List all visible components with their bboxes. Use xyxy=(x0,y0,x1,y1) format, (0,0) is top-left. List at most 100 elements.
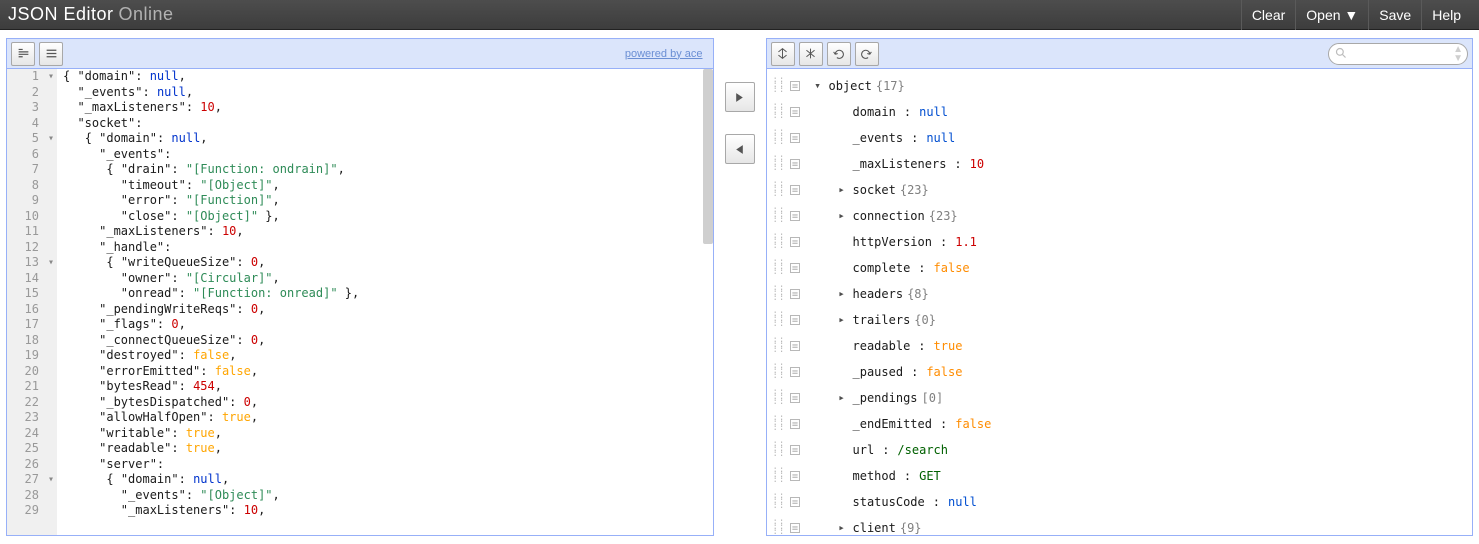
expander-icon[interactable]: ▸ xyxy=(835,521,849,535)
expander-icon[interactable]: ▸ xyxy=(835,391,849,405)
tree-key[interactable]: url xyxy=(853,443,875,457)
tree-row[interactable]: ::::::readable:true xyxy=(767,333,1473,359)
code-scrollbar-thumb[interactable] xyxy=(703,69,713,244)
tree-value[interactable]: false xyxy=(926,365,962,379)
expander-icon[interactable]: ▸ xyxy=(835,313,849,327)
expander-icon[interactable]: ▸ xyxy=(835,209,849,223)
context-menu-button[interactable] xyxy=(787,78,803,94)
drag-handle-icon[interactable]: :::::: xyxy=(773,338,783,354)
drag-handle-icon[interactable]: :::::: xyxy=(773,520,783,535)
tree-key[interactable]: _endEmitted xyxy=(853,417,932,431)
tree-row[interactable]: ::::::▸_pendings [0] xyxy=(767,385,1473,411)
context-menu-button[interactable] xyxy=(787,338,803,354)
tree-key[interactable]: object xyxy=(829,79,872,93)
context-menu-button[interactable] xyxy=(787,286,803,302)
tree-value[interactable]: null xyxy=(948,495,977,509)
code-line[interactable]: { "domain": null, xyxy=(63,131,713,147)
context-menu-button[interactable] xyxy=(787,312,803,328)
code-line[interactable]: "_flags": 0, xyxy=(63,317,713,333)
tree-value[interactable]: false xyxy=(955,417,991,431)
tree-value[interactable]: /search xyxy=(897,443,948,457)
tree-row[interactable]: ::::::httpVersion:1.1 xyxy=(767,229,1473,255)
tree-row[interactable]: ::::::statusCode:null xyxy=(767,489,1473,515)
code-lines[interactable]: { "domain": null, "_events": null, "_max… xyxy=(57,69,713,535)
drag-handle-icon[interactable]: :::::: xyxy=(773,234,783,250)
code-line[interactable]: "timeout": "[Object]", xyxy=(63,178,713,194)
fold-marker[interactable]: ▾ xyxy=(45,131,57,147)
tree-row[interactable]: ::::::_maxListeners:10 xyxy=(767,151,1473,177)
tree-value[interactable]: null xyxy=(926,131,955,145)
tree-row[interactable]: ::::::domain:null xyxy=(767,99,1473,125)
tree-row[interactable]: ::::::▸client {9} xyxy=(767,515,1473,535)
tree-value[interactable]: 1.1 xyxy=(955,235,977,249)
code-line[interactable]: "_events": null, xyxy=(63,85,713,101)
fold-marker[interactable]: ▾ xyxy=(45,472,57,488)
menu-clear[interactable]: Clear xyxy=(1241,0,1295,30)
code-line[interactable]: "_maxListeners": 10, xyxy=(63,503,713,519)
tree-row[interactable]: ::::::▸trailers {0} xyxy=(767,307,1473,333)
menu-open[interactable]: Open ▼ xyxy=(1295,0,1368,30)
code-line[interactable]: "socket": xyxy=(63,116,713,132)
tree-row[interactable]: ::::::▾object {17} xyxy=(767,73,1473,99)
fold-marker[interactable]: ▾ xyxy=(45,255,57,271)
tree-key[interactable]: _events xyxy=(853,131,904,145)
code-line[interactable]: "_handle": xyxy=(63,240,713,256)
tree-value[interactable]: null xyxy=(919,105,948,119)
collapse-all-button[interactable] xyxy=(799,42,823,66)
code-line[interactable]: "errorEmitted": false, xyxy=(63,364,713,380)
context-menu-button[interactable] xyxy=(787,260,803,276)
code-line[interactable]: "onread": "[Function: onread]" }, xyxy=(63,286,713,302)
code-line[interactable]: "owner": "[Circular]", xyxy=(63,271,713,287)
drag-handle-icon[interactable]: :::::: xyxy=(773,286,783,302)
code-line[interactable]: "bytesRead": 454, xyxy=(63,379,713,395)
tree-value[interactable]: 10 xyxy=(970,157,984,171)
drag-handle-icon[interactable]: :::::: xyxy=(773,364,783,380)
tree-row[interactable]: ::::::method:GET xyxy=(767,463,1473,489)
context-menu-button[interactable] xyxy=(787,130,803,146)
redo-button[interactable] xyxy=(855,42,879,66)
drag-handle-icon[interactable]: :::::: xyxy=(773,468,783,484)
expander-icon[interactable]: ▸ xyxy=(835,183,849,197)
tree-key[interactable]: client xyxy=(853,521,896,535)
compact-button[interactable] xyxy=(39,42,63,66)
drag-handle-icon[interactable]: :::::: xyxy=(773,78,783,94)
tree-search-input[interactable] xyxy=(1328,43,1468,65)
code-line[interactable]: { "domain": null, xyxy=(63,69,713,85)
code-line[interactable]: "_connectQueueSize": 0, xyxy=(63,333,713,349)
tree-value[interactable]: true xyxy=(934,339,963,353)
tree-row[interactable]: ::::::_events:null xyxy=(767,125,1473,151)
context-menu-button[interactable] xyxy=(787,468,803,484)
context-menu-button[interactable] xyxy=(787,234,803,250)
copy-left-button[interactable] xyxy=(725,134,755,164)
code-editor[interactable]: 1234567891011121314151617181920212223242… xyxy=(7,69,713,535)
format-button[interactable] xyxy=(11,42,35,66)
context-menu-button[interactable] xyxy=(787,156,803,172)
fold-gutter[interactable]: ▾▾▾▾ xyxy=(45,69,57,535)
drag-handle-icon[interactable]: :::::: xyxy=(773,260,783,276)
code-line[interactable]: "error": "[Function]", xyxy=(63,193,713,209)
tree-key[interactable]: connection xyxy=(853,209,925,223)
drag-handle-icon[interactable]: :::::: xyxy=(773,390,783,406)
code-line[interactable]: "_maxListeners": 10, xyxy=(63,224,713,240)
code-line[interactable]: "destroyed": false, xyxy=(63,348,713,364)
tree-key[interactable]: socket xyxy=(853,183,896,197)
tree-key[interactable]: headers xyxy=(853,287,904,301)
tree-key[interactable]: method xyxy=(853,469,896,483)
code-line[interactable]: { "domain": null, xyxy=(63,472,713,488)
tree-key[interactable]: trailers xyxy=(853,313,911,327)
code-scrollbar[interactable] xyxy=(703,69,713,535)
context-menu-button[interactable] xyxy=(787,494,803,510)
tree-row[interactable]: ::::::▸connection {23} xyxy=(767,203,1473,229)
context-menu-button[interactable] xyxy=(787,208,803,224)
powered-by-ace-link[interactable]: powered by ace xyxy=(625,48,709,60)
menu-help[interactable]: Help xyxy=(1421,0,1471,30)
copy-right-button[interactable] xyxy=(725,82,755,112)
code-line[interactable]: { "drain": "[Function: ondrain]", xyxy=(63,162,713,178)
code-line[interactable]: "close": "[Object]" }, xyxy=(63,209,713,225)
context-menu-button[interactable] xyxy=(787,416,803,432)
drag-handle-icon[interactable]: :::::: xyxy=(773,208,783,224)
tree-key[interactable]: readable xyxy=(853,339,911,353)
tree-row[interactable]: ::::::_paused:false xyxy=(767,359,1473,385)
code-line[interactable]: "_maxListeners": 10, xyxy=(63,100,713,116)
context-menu-button[interactable] xyxy=(787,104,803,120)
